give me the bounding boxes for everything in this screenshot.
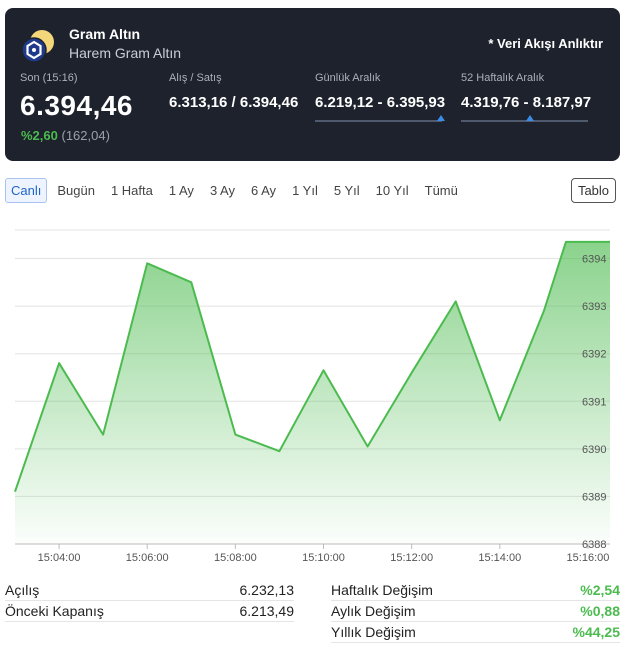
tab-3[interactable]: 1 Ay [163,178,200,203]
footer-stats-left: Açılış 6.232,13 Önceki Kapanış 6.213,49 [5,580,294,622]
stat-value: %44,25 [572,624,620,640]
last-price-label: Son (15:16) [20,72,78,84]
stat-row: Haftalık Değişim %2,54 [331,580,620,601]
tab-6[interactable]: 1 Yıl [286,178,324,203]
y-tick-label: 6394 [582,254,606,266]
stat-row: Yıllık Değişim %44,25 [331,622,620,643]
x-tick-label: 15:08:00 [214,552,257,564]
x-tick-label: 15:14:00 [478,552,521,564]
y-tick-label: 6391 [582,396,606,408]
period-tabs: Canlı Bugün 1 Hafta 1 Ay 3 Ay 6 Ay 1 Yıl 5 Yıl 1… [5,178,468,203]
stat-label: Yıllık Değişim [331,624,416,640]
stat-value: 6.213,49 [239,603,295,619]
daily-range-label: Günlük Aralık [315,72,381,84]
live-feed-note: * Veri Akışı Anlıktır [488,36,603,51]
stat-label: Önceki Kapanış [5,603,104,619]
stat-label: Açılış [5,582,40,598]
instrument-title: Gram Altın [69,26,141,42]
y-tick-label: 6388 [582,539,606,551]
y-tick-label: 6392 [582,349,606,361]
tab-4[interactable]: 3 Ay [204,178,241,203]
week52-range-bar [461,115,588,122]
price-header: Gram Altın Harem Gram Altın * Veri Akışı… [5,8,620,161]
daily-range-value: 6.219,12 - 6.395,93 [315,94,446,111]
tab-2[interactable]: 1 Hafta [105,178,159,203]
daily-range-bar [315,115,445,122]
price-change: %2,60 (162,04) [21,128,110,143]
x-tick-label: 15:06:00 [126,552,169,564]
tab-0[interactable]: Canlı [5,178,48,203]
y-tick-label: 6389 [582,491,606,503]
instrument-subtitle: Harem Gram Altın [69,45,182,61]
stat-row: Açılış 6.232,13 [5,580,294,601]
daily-range-marker [436,115,445,121]
y-tick-label: 6390 [582,444,606,456]
x-tick-label: 15:04:00 [38,552,81,564]
stat-value: %2,54 [580,582,620,598]
x-tick-label: 15:16:00 [567,552,610,564]
price-area [15,241,610,544]
tab-8[interactable]: 10 Yıl [370,178,415,203]
stat-value: 6.232,13 [239,582,295,598]
price-chart: 6388 6389 6390 6391 6392 6393 6394 15:04:00 15:0… [14,229,611,564]
stat-label: Haftalık Değişim [331,582,433,598]
stat-row: Önceki Kapanış 6.213,49 [5,601,294,622]
change-absolute: (162,04) [61,128,110,143]
y-tick-label: 6393 [582,301,606,313]
tab-5[interactable]: 6 Ay [245,178,282,203]
bid-ask-value: 6.313,16 / 6.394,46 [169,94,299,111]
stat-row: Aylık Değişim %0,88 [331,601,620,622]
table-view-button[interactable]: Tablo [571,178,616,203]
x-tick-label: 15:12:00 [390,552,433,564]
last-price: 6.394,46 [20,90,133,121]
tab-9[interactable]: Tümü [419,178,464,203]
week52-range-value: 4.319,76 - 8.187,97 [461,94,592,111]
week52-range-label: 52 Haftalık Aralık [461,72,545,84]
stat-value: %0,88 [580,603,620,619]
footer-stats-right: Haftalık Değişim %2,54 Aylık Değişim %0,88 Y… [331,580,620,643]
x-tick-label: 15:10:00 [302,552,345,564]
tab-7[interactable]: 5 Yıl [328,178,366,203]
change-percent: %2,60 [21,128,58,143]
bid-ask-label: Alış / Satış [169,72,222,84]
week52-range-marker [525,115,534,121]
harem-logo-icon [21,30,54,63]
tab-1[interactable]: Bugün [51,178,101,203]
stat-label: Aylık Değişim [331,603,416,619]
